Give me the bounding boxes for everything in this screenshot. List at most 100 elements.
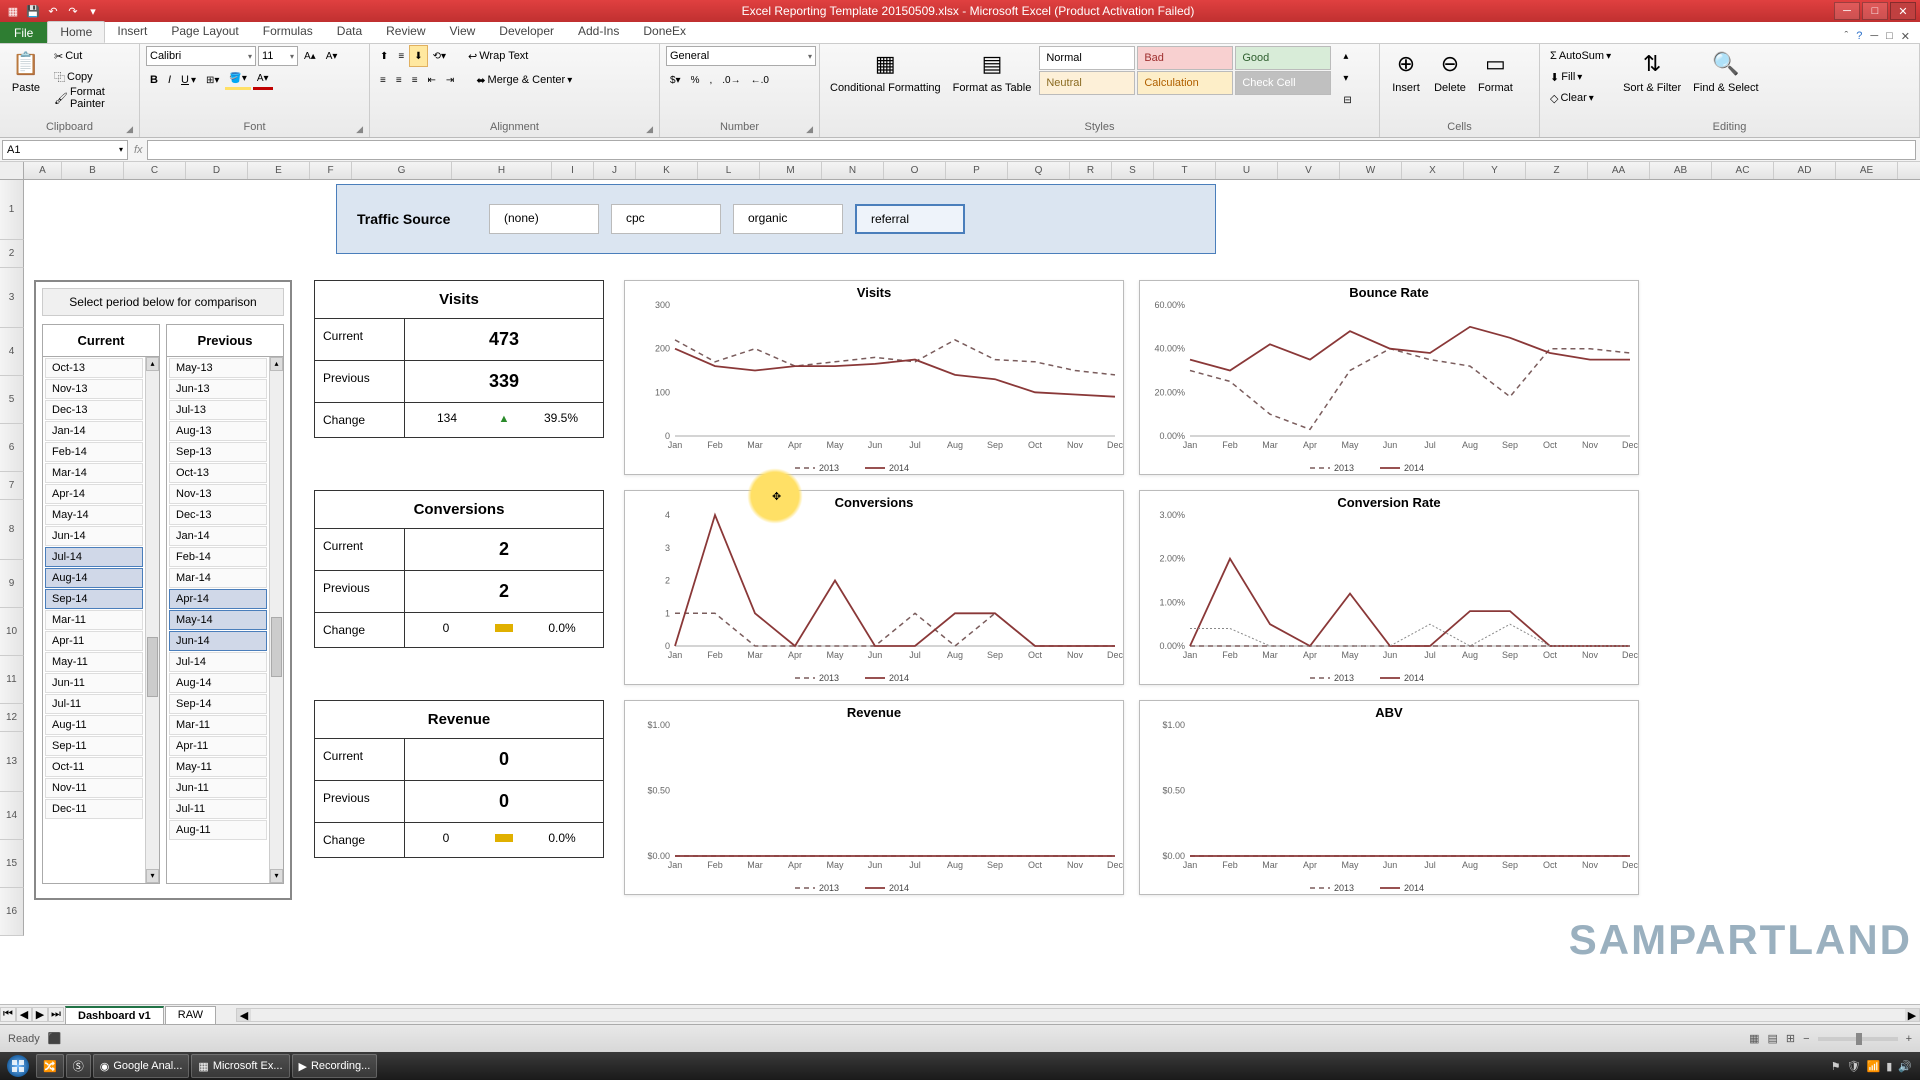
taskbar-app-filezilla[interactable]: 🔀	[36, 1054, 64, 1078]
align-top-button[interactable]: ⬆	[376, 46, 392, 66]
column-header[interactable]: W	[1340, 162, 1402, 179]
fx-icon[interactable]: fx	[134, 144, 143, 156]
align-bottom-button[interactable]: ⬇	[410, 46, 426, 66]
scroll-up-icon[interactable]: ▴	[270, 357, 283, 371]
period-item[interactable]: Aug-14	[169, 673, 267, 693]
horizontal-scrollbar[interactable]: ◀ ▶	[236, 1008, 1920, 1022]
taskbar-app-excel[interactable]: ▦Microsoft Ex...	[191, 1054, 289, 1078]
period-item[interactable]: Feb-14	[169, 547, 267, 567]
column-header[interactable]: C	[124, 162, 186, 179]
number-launcher-icon[interactable]: ◢	[806, 124, 813, 135]
row-header[interactable]: 11	[0, 656, 24, 704]
period-item[interactable]: Apr-11	[169, 736, 267, 756]
sheet-tab[interactable]: RAW	[165, 1006, 216, 1024]
chart-abv[interactable]: ABV$0.00$0.50$1.00JanFebMarAprMayJunJulA…	[1139, 700, 1639, 895]
taskbar-app-camtasia[interactable]: ▶Recording...	[292, 1054, 378, 1078]
taskbar-app-skype[interactable]: Ⓢ	[66, 1054, 91, 1078]
orientation-button[interactable]: ⟲▾	[429, 46, 450, 66]
clipboard-launcher-icon[interactable]: ◢	[126, 124, 133, 135]
font-launcher-icon[interactable]: ◢	[356, 124, 363, 135]
column-header[interactable]: I	[552, 162, 594, 179]
period-item[interactable]: Nov-13	[45, 379, 143, 399]
formula-bar[interactable]	[147, 140, 1916, 160]
ribbon-tab-review[interactable]: Review	[374, 21, 437, 43]
period-item[interactable]: May-14	[45, 505, 143, 525]
minimize-ribbon-icon[interactable]: ˆ	[1845, 30, 1849, 43]
zoom-slider[interactable]	[1818, 1037, 1898, 1041]
number-format-combo[interactable]: General▾	[666, 46, 816, 66]
period-item[interactable]: May-11	[169, 757, 267, 777]
cut-button[interactable]: ✂Cut	[50, 46, 133, 66]
scroll-up-icon[interactable]: ▴	[146, 357, 159, 371]
column-header[interactable]: K	[636, 162, 698, 179]
conditional-formatting-button[interactable]: ▦Conditional Formatting	[826, 46, 945, 96]
view-normal-icon[interactable]: ▦	[1749, 1032, 1759, 1045]
comma-button[interactable]: ,	[706, 70, 717, 90]
format-as-table-button[interactable]: ▤Format as Table	[949, 46, 1036, 96]
period-item[interactable]: Dec-13	[45, 400, 143, 420]
style-good[interactable]: Good	[1235, 46, 1331, 70]
current-scrollbar[interactable]: ▴ ▾	[145, 357, 159, 883]
period-item[interactable]: May-11	[45, 652, 143, 672]
sort-filter-button[interactable]: ⇅Sort & Filter	[1619, 46, 1685, 96]
ribbon-tab-doneex[interactable]: DoneEx	[631, 21, 698, 43]
column-header[interactable]: N	[822, 162, 884, 179]
minimize-button[interactable]: ─	[1834, 2, 1860, 20]
name-box[interactable]: A1▾	[2, 140, 128, 160]
ribbon-tab-developer[interactable]: Developer	[487, 21, 566, 43]
column-header[interactable]: O	[884, 162, 946, 179]
period-item[interactable]: Mar-14	[169, 568, 267, 588]
chart-visits[interactable]: Visits0100200300JanFebMarAprMayJunJulAug…	[624, 280, 1124, 475]
qat-more-icon[interactable]: ▾	[84, 3, 102, 19]
alignment-launcher-icon[interactable]: ◢	[646, 124, 653, 135]
row-header[interactable]: 6	[0, 424, 24, 472]
period-item[interactable]: Jul-14	[45, 547, 143, 567]
ribbon-tab-formulas[interactable]: Formulas	[251, 21, 325, 43]
tray-network-icon[interactable]: 📶	[1867, 1060, 1881, 1073]
align-middle-button[interactable]: ≡	[394, 46, 408, 66]
period-item[interactable]: Feb-14	[45, 442, 143, 462]
column-header[interactable]: G	[352, 162, 452, 179]
clear-button[interactable]: ◇Clear▾	[1546, 88, 1615, 108]
period-item[interactable]: Jun-14	[169, 631, 267, 651]
ribbon-tab-page-layout[interactable]: Page Layout	[159, 21, 250, 43]
chart-revenue[interactable]: Revenue$0.00$0.50$1.00JanFebMarAprMayJun…	[624, 700, 1124, 895]
style-check-cell[interactable]: Check Cell	[1235, 71, 1331, 95]
column-header[interactable]: V	[1278, 162, 1340, 179]
tab-nav-last-icon[interactable]: ⏭	[48, 1007, 64, 1022]
format-cells-button[interactable]: ▭Format	[1474, 46, 1517, 96]
hscroll-right-icon[interactable]: ▶	[1905, 1009, 1919, 1021]
scroll-thumb[interactable]	[271, 617, 282, 677]
autosum-button[interactable]: ΣAutoSum▾	[1546, 46, 1615, 66]
period-item[interactable]: Jun-11	[45, 673, 143, 693]
row-header[interactable]: 2	[0, 240, 24, 268]
ribbon-tab-view[interactable]: View	[438, 21, 488, 43]
tray-shield-icon[interactable]: 🛡	[1847, 1060, 1861, 1073]
save-icon[interactable]: 💾	[24, 3, 42, 19]
column-header[interactable]: A	[24, 162, 62, 179]
column-header[interactable]: AB	[1650, 162, 1712, 179]
column-header[interactable]: L	[698, 162, 760, 179]
period-item[interactable]: Apr-14	[45, 484, 143, 504]
zoom-in-icon[interactable]: +	[1906, 1033, 1912, 1045]
row-header[interactable]: 16	[0, 888, 24, 936]
font-name-combo[interactable]: Calibri▾	[146, 46, 256, 66]
row-header[interactable]: 4	[0, 328, 24, 376]
style-bad[interactable]: Bad	[1137, 46, 1233, 70]
maximize-button[interactable]: □	[1862, 2, 1888, 20]
period-item[interactable]: May-14	[169, 610, 267, 630]
period-item[interactable]: Apr-11	[45, 631, 143, 651]
column-header[interactable]: H	[452, 162, 552, 179]
period-item[interactable]: Apr-14	[169, 589, 267, 609]
delete-cells-button[interactable]: ⊖Delete	[1430, 46, 1470, 96]
column-header[interactable]: P	[946, 162, 1008, 179]
period-item[interactable]: Jun-14	[45, 526, 143, 546]
period-item[interactable]: Mar-11	[169, 715, 267, 735]
select-all-corner[interactable]	[0, 162, 24, 179]
traffic-source-option[interactable]: referral	[855, 204, 965, 234]
tray-volume-icon[interactable]: 🔊	[1898, 1060, 1912, 1073]
accounting-button[interactable]: $▾	[666, 70, 685, 90]
scroll-thumb[interactable]	[147, 637, 158, 697]
taskbar-app-chrome[interactable]: ◉Google Anal...	[93, 1054, 190, 1078]
column-header[interactable]: E	[248, 162, 310, 179]
